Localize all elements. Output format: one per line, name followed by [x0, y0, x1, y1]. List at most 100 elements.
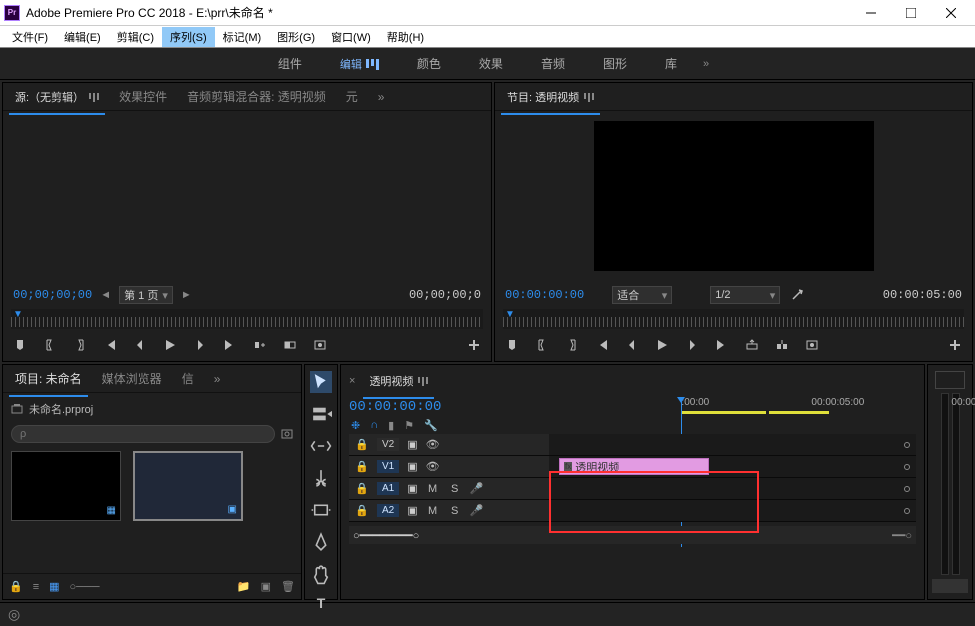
track-lane-v1[interactable]: fx透明视频 — [549, 456, 916, 477]
menu-marker[interactable]: 标记(M) — [215, 27, 270, 47]
mute-toggle[interactable]: M — [426, 505, 440, 517]
marker-icon[interactable]: ▮ — [388, 419, 394, 432]
ws-editing[interactable]: 编辑 — [324, 52, 395, 76]
timeline-ruler[interactable]: :00:00 00:00:05:00 00:00: — [671, 397, 916, 417]
program-tc-in[interactable]: 00:00:00:00 — [505, 288, 584, 302]
visibility-toggle[interactable]: 👁 — [426, 438, 440, 451]
track-label-a1[interactable]: A1 — [377, 482, 399, 495]
close-seq-icon[interactable]: × — [349, 375, 355, 387]
voice-over-icon[interactable]: 🎤 — [470, 482, 484, 495]
work-area-bar-2[interactable] — [769, 411, 829, 414]
menu-window[interactable]: 窗口(W) — [323, 27, 379, 47]
new-bin-button[interactable]: 📁 — [237, 580, 251, 593]
timeline-zoom-bar[interactable]: ○━━━━━━━━○━━○ — [349, 526, 916, 544]
step-back-button[interactable] — [623, 336, 641, 354]
ws-more[interactable]: » — [699, 54, 713, 74]
voice-over-icon[interactable]: 🎤 — [470, 504, 484, 517]
play-button[interactable] — [161, 336, 179, 354]
insert-button[interactable] — [251, 336, 269, 354]
tab-audio-mixer[interactable]: 音频剪辑混合器: 透明视频 — [181, 84, 332, 109]
razor-tool[interactable] — [310, 467, 332, 489]
source-ruler[interactable]: ▼ — [11, 309, 483, 329]
track-lane-v2[interactable] — [549, 434, 916, 455]
add-marker-button[interactable] — [11, 336, 29, 354]
go-to-in-button[interactable] — [101, 336, 119, 354]
pen-tool[interactable] — [310, 531, 332, 553]
solo-toggle[interactable]: S — [448, 483, 462, 495]
step-forward-button[interactable] — [191, 336, 209, 354]
ws-assembly[interactable]: 组件 — [262, 51, 318, 76]
keyframe-dot[interactable] — [904, 508, 910, 514]
clip-transparent-video[interactable]: fx透明视频 — [559, 458, 709, 475]
menu-edit[interactable]: 编辑(E) — [56, 27, 109, 47]
ripple-edit-tool[interactable] — [310, 435, 332, 457]
search-input[interactable] — [11, 425, 275, 443]
timeline-timecode[interactable]: 00:00:00:00 — [349, 399, 441, 415]
ws-audio[interactable]: 音频 — [525, 51, 581, 76]
target-toggle[interactable]: ▣ — [407, 504, 417, 517]
settings-icon[interactable]: ⚑ — [404, 419, 414, 432]
ws-graphics[interactable]: 图形 — [587, 51, 643, 76]
track-lane-a1[interactable] — [549, 478, 916, 499]
tab-media-browser[interactable]: 媒体浏览器 — [96, 366, 168, 391]
mute-toggle[interactable]: M — [426, 483, 440, 495]
ws-libraries[interactable]: 库 — [649, 51, 693, 76]
lift-button[interactable] — [743, 336, 761, 354]
work-area-bar[interactable] — [681, 411, 766, 414]
tab-info[interactable]: 信 — [176, 366, 200, 391]
project-item-1[interactable]: ▦ — [11, 451, 121, 521]
panel-menu-icon[interactable] — [89, 93, 99, 102]
lock-toggle[interactable]: 🔒 — [355, 438, 369, 451]
step-forward-button[interactable] — [683, 336, 701, 354]
add-marker-button[interactable] — [503, 336, 521, 354]
tab-effect-controls[interactable]: 效果控件 — [113, 84, 173, 109]
icon-view-button[interactable]: ▦ — [49, 580, 59, 593]
menu-graphic[interactable]: 图形(G) — [269, 27, 323, 47]
go-to-out-button[interactable] — [713, 336, 731, 354]
export-frame-button[interactable] — [803, 336, 821, 354]
panel-menu-icon[interactable] — [584, 93, 594, 102]
menu-sequence[interactable]: 序列(S) — [162, 27, 215, 47]
tab-metadata[interactable]: 元 — [340, 84, 364, 109]
ws-color[interactable]: 颜色 — [401, 51, 457, 76]
overwrite-button[interactable] — [281, 336, 299, 354]
snap-icon[interactable]: ❉ — [351, 419, 360, 432]
lock-icon[interactable]: 🔒 — [9, 580, 23, 593]
project-item-2[interactable]: ▣ — [133, 451, 243, 521]
mark-in-button[interactable] — [533, 336, 551, 354]
step-back-button[interactable] — [131, 336, 149, 354]
bin-header[interactable]: 未命名.prproj — [11, 397, 293, 421]
button-editor[interactable] — [465, 336, 483, 354]
delete-button[interactable]: 🗑 — [281, 580, 295, 593]
linked-selection-icon[interactable]: ∩ — [370, 419, 378, 432]
go-to-out-button[interactable] — [221, 336, 239, 354]
track-lane-a2[interactable] — [549, 500, 916, 521]
selection-tool[interactable] — [310, 371, 332, 393]
zoom-slider[interactable]: ○─── — [70, 581, 100, 593]
hand-tool[interactable] — [310, 563, 332, 585]
track-label-v1[interactable]: V1 — [377, 460, 399, 473]
program-ruler[interactable]: ▼ — [503, 309, 964, 329]
page-dropdown[interactable]: 第 1 页 ▾ — [119, 286, 173, 304]
target-toggle[interactable]: ▣ — [407, 460, 417, 473]
wrench-icon[interactable]: 🔧 — [424, 419, 438, 432]
lock-toggle[interactable]: 🔒 — [355, 460, 369, 473]
tab-program[interactable]: 节目: 透明视频 — [501, 85, 600, 109]
solo-toggle[interactable]: S — [448, 505, 462, 517]
target-toggle[interactable]: ▣ — [407, 482, 417, 495]
settings-button[interactable] — [788, 286, 806, 304]
mark-in-button[interactable] — [41, 336, 59, 354]
panel-menu-icon[interactable] — [418, 377, 428, 386]
export-frame-button[interactable] — [311, 336, 329, 354]
menu-help[interactable]: 帮助(H) — [379, 27, 432, 47]
tab-sequence[interactable]: 透明视频 — [363, 369, 434, 393]
filter-icon[interactable] — [281, 428, 293, 440]
track-label-v2[interactable]: V2 — [377, 438, 399, 451]
ws-effects[interactable]: 效果 — [463, 51, 519, 76]
track-label-a2[interactable]: A2 — [377, 504, 399, 517]
new-item-button[interactable]: ▣ — [261, 580, 271, 593]
go-to-in-button[interactable] — [593, 336, 611, 354]
play-button[interactable] — [653, 336, 671, 354]
maximize-button[interactable] — [891, 0, 931, 26]
lock-toggle[interactable]: 🔒 — [355, 504, 369, 517]
